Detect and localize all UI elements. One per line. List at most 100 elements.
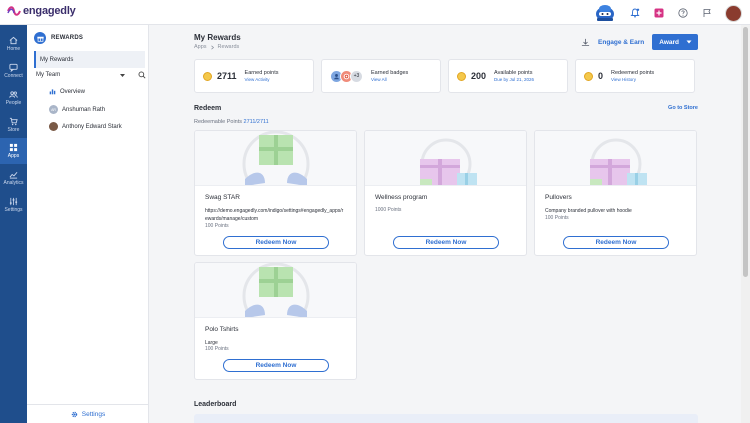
user-avatar[interactable] [725,4,742,22]
redeemable-points: Redeemable Points 2711/2711 [194,119,269,125]
stats-row: 2711 Earned points View Activity +3 Earn… [194,59,695,93]
top-icons [593,3,742,23]
sidebar-item-anshuman-label: Anshuman Rath [62,106,106,113]
sidebar-item-my-rewards[interactable]: My Rewards [34,51,145,68]
nav-home-label: Home [6,46,21,52]
sidebar-item-overview[interactable]: Overview [49,88,85,95]
breadcrumb: Apps Rewards [194,44,239,50]
redeemed-points-card: 0 Redeemed points View History [575,59,695,93]
mascot-icon[interactable] [593,3,617,23]
card-title: Wellness program [375,194,428,201]
redeem-now-button[interactable]: Redeem Now [393,236,499,249]
nav-settings[interactable]: Settings [0,192,27,218]
team-select-value: My Team [36,72,61,78]
engagedly-logo[interactable]: engagedly [7,5,76,17]
sidebar-item-anshuman-rath[interactable]: AR Anshuman Rath [49,105,105,114]
page-scrollbar[interactable] [741,25,750,423]
page-title: My Rewards [194,33,241,42]
redeemable-points-value: 2711/2711 [243,119,269,125]
earned-points-label: Earned points [244,70,279,76]
award-button-label: Award [659,38,679,46]
earned-points-card: 2711 Earned points View Activity [194,59,314,93]
card-points: 1000 Points [375,207,402,213]
coin-icon [203,71,212,81]
redeem-now-button[interactable]: Redeem Now [223,236,329,249]
chevron-right-icon [210,45,214,49]
caret-down-icon [686,40,692,44]
available-points-label: Available points [494,70,533,76]
earned-badges-label: Earned badges [371,70,409,76]
rewards-gift-icon [34,32,46,44]
scrollbar-thumb[interactable] [743,27,748,277]
view-all-badges-link[interactable]: View All [371,77,408,82]
left-nav: Home Connect People Store Apps Analytics… [0,25,27,423]
nav-connect-label: Connect [4,73,23,79]
engage-earn-button[interactable]: Engage & Earn [598,39,644,46]
help-icon[interactable] [677,7,689,19]
leaderboard-section-title: Leaderboard [194,401,237,408]
available-points-card: 200 Available points Due by Jul 21, 2026 [448,59,568,93]
card-title: Polo Tshirts [205,326,239,333]
search-icon[interactable] [138,71,146,79]
sidebar-settings-button[interactable]: Settings [27,404,149,423]
reward-card-polo-tshirts[interactable]: Polo Tshirts Large 100 Points Redeem Now [194,262,357,380]
connect-icon [9,63,18,72]
badge-more-count[interactable]: +3 [350,69,363,83]
nav-people[interactable]: People [0,85,27,111]
nav-apps[interactable]: Apps [0,138,27,164]
card-points: 100 Points [205,346,229,352]
card-description: https://demo.engagedly.com/indigo/settin… [205,208,344,222]
coin-icon [584,71,593,81]
gift-image [195,263,356,318]
store-icon [9,117,18,126]
bar-chart-icon [49,89,56,95]
top-bar: engagedly [0,0,750,25]
sidebar-item-anthony-stark[interactable]: Anthony Edward Stark [49,122,122,131]
redeem-now-button[interactable]: Redeem Now [223,359,329,372]
team-select[interactable]: My Team [36,72,126,78]
nav-connect[interactable]: Connect [0,58,27,84]
gear-icon [71,411,77,417]
card-description: Company branded pullover with hoodie [545,208,632,214]
analytics-icon [9,171,18,179]
team-filter-row: My Team [36,71,146,79]
rewards-sidebar: REWARDS My Rewards My Team Overview AR A… [27,25,149,423]
nav-store[interactable]: Store [0,112,27,138]
leaderboard-panel [194,414,698,423]
reward-card-swag-star[interactable]: Swag STAR https://demo.engagedly.com/ind… [194,130,357,256]
nav-store-label: Store [7,127,20,133]
badge-list: +3 [330,69,363,83]
create-plus-icon[interactable] [653,7,665,19]
download-icon[interactable] [580,37,590,47]
nav-settings-label: Settings [4,207,23,213]
logo-text: engagedly [23,5,76,17]
gift-image [365,131,526,186]
redeemable-points-label: Redeemable Points [194,119,243,125]
redeemed-points-label: Redeemed points [611,70,655,76]
flag-icon[interactable] [701,7,713,19]
earned-badges-card: +3 Earned badges View All [321,59,441,93]
breadcrumb-apps[interactable]: Apps [194,44,207,50]
card-title: Swag STAR [205,194,240,201]
view-activity-link[interactable]: View Activity [245,77,279,82]
due-date-link[interactable]: Due by Jul 21, 2026 [494,77,534,82]
home-icon [9,36,18,45]
reward-card-wellness-program[interactable]: Wellness program 1000 Points Redeem Now [364,130,527,256]
view-history-link[interactable]: View History [611,77,654,82]
award-button[interactable]: Award [652,34,698,50]
reward-card-pullovers[interactable]: Pullovers Company branded pullover with … [534,130,697,256]
header-actions: Engage & Earn Award [580,34,698,50]
nav-analytics[interactable]: Analytics [0,165,27,191]
settings-icon [9,197,18,206]
nav-people-label: People [5,100,22,106]
apps-icon [9,143,18,152]
sidebar-settings-label: Settings [81,410,106,418]
notification-bell-icon[interactable] [629,7,641,19]
redeemed-points-value: 0 [598,71,604,81]
breadcrumb-rewards: Rewards [217,44,240,50]
card-points: 100 Points [545,215,569,221]
people-icon [9,91,18,98]
redeem-now-button[interactable]: Redeem Now [563,236,669,249]
go-to-store-link[interactable]: Go to Store [668,105,698,111]
nav-home[interactable]: Home [0,31,27,57]
